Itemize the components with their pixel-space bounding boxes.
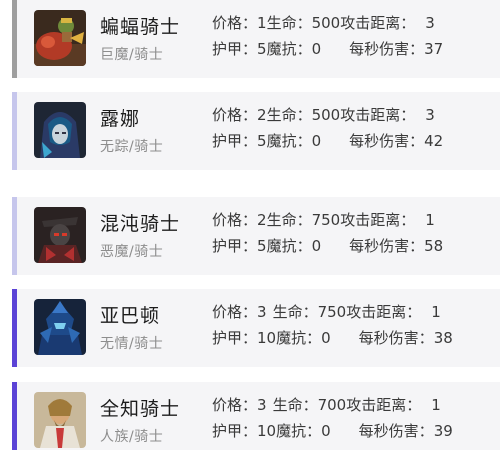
hp-value: 750 [311,211,341,229]
omniknight-portrait-icon [34,392,86,448]
cost-label: 价格： [212,303,258,321]
stat-line-primary: 价格：3 生命：700攻击距离： 1 [212,394,441,415]
cost-label: 价格： [212,396,258,414]
mr-label: 魔抗： [276,329,322,347]
dps-label: 每秒伤害： [349,132,425,150]
dps-label: 每秒伤害： [349,40,425,58]
range-label: 攻击距离： [340,14,416,32]
batrider-portrait-icon [34,10,86,66]
luna-portrait-icon [34,102,86,158]
range-label: 攻击距离： [340,211,416,229]
hero-name: 露娜 [100,108,141,130]
hero-card-abaddon[interactable]: 亚巴顿 无情/骑士 价格：3 生命：750攻击距离： 1 护甲：10魔抗：0 每秒伤害… [12,289,500,367]
stat-line-secondary: 护甲：10魔抗：0 每秒伤害：38 [212,327,453,348]
dps-value: 38 [433,329,453,347]
stat-line-secondary: 护甲：5魔抗：0 每秒伤害：37 [212,38,443,59]
stat-line-secondary: 护甲：5魔抗：0 每秒伤害：42 [212,130,443,151]
armor-label: 护甲： [212,132,258,150]
dps-value: 58 [424,237,444,255]
armor-label: 护甲： [212,40,258,58]
armor-label: 护甲： [212,422,258,440]
mr-label: 魔抗： [276,422,322,440]
armor-value: 10 [257,422,277,440]
hp-label: 生命： [266,211,312,229]
hp-value: 750 [317,303,347,321]
mr-value: 0 [311,40,322,58]
cost-accent-bar [12,92,17,170]
range-label: 攻击距离： [346,396,422,414]
hp-label: 生命： [272,396,318,414]
cost-value: 2 [257,211,267,229]
armor-value: 5 [257,40,267,58]
range-label: 攻击距离： [346,303,422,321]
cost-label: 价格： [212,106,258,124]
hero-card-omniknight[interactable]: 全知骑士 人族/骑士 价格：3 生命：700攻击距离： 1 护甲：10魔抗：0 每秒伤… [12,382,500,450]
armor-value: 5 [257,132,267,150]
mr-value: 0 [311,132,322,150]
hp-label: 生命： [272,303,318,321]
dps-label: 每秒伤害： [358,422,434,440]
hero-faction: 无踪/骑士 [100,139,164,155]
hero-faction: 巨魔/骑士 [100,47,164,63]
hero-card-batrider[interactable]: 蝙蝠骑士 巨魔/骑士 价格：1生命：500攻击距离： 3 护甲：5魔抗：0 每秒伤害… [12,0,500,78]
hero-list: 蝙蝠骑士 巨魔/骑士 价格：1生命：500攻击距离： 3 护甲：5魔抗：0 每秒伤害… [0,0,500,450]
armor-label: 护甲： [212,329,258,347]
cost-accent-bar [12,197,17,275]
hp-label: 生命： [266,14,312,32]
cost-value: 3 [257,303,267,321]
range-value: 3 [425,14,435,32]
stat-line-secondary: 护甲：5魔抗：0 每秒伤害：58 [212,235,443,256]
cost-accent-bar [12,289,17,367]
armor-label: 护甲： [212,237,258,255]
mr-label: 魔抗： [266,132,312,150]
cost-label: 价格： [212,14,258,32]
mr-value: 0 [311,237,322,255]
armor-value: 10 [257,329,277,347]
dps-label: 每秒伤害： [349,237,425,255]
dps-label: 每秒伤害： [358,329,434,347]
range-value: 1 [431,396,441,414]
dps-value: 37 [424,40,444,58]
cost-value: 2 [257,106,267,124]
hero-name: 亚巴顿 [100,305,161,327]
hero-name: 混沌骑士 [100,213,181,235]
hero-faction: 人族/骑士 [100,429,164,445]
cost-accent-bar [12,382,17,450]
hp-value: 500 [311,14,341,32]
range-value: 1 [431,303,441,321]
chaos-knight-portrait-icon [34,207,86,263]
stat-line-primary: 价格：3 生命：750攻击距离： 1 [212,301,441,322]
hero-faction: 恶魔/骑士 [100,244,164,260]
cost-accent-bar [12,0,17,78]
mr-value: 0 [321,329,331,347]
hp-value: 500 [311,106,341,124]
mr-label: 魔抗： [266,237,312,255]
stat-line-secondary: 护甲：10魔抗：0 每秒伤害：39 [212,420,453,441]
mr-label: 魔抗： [266,40,312,58]
cost-value: 3 [257,396,267,414]
hero-name: 全知骑士 [100,398,181,420]
cost-label: 价格： [212,211,258,229]
stat-line-primary: 价格：2生命：500攻击距离： 3 [212,104,435,125]
armor-value: 5 [257,237,267,255]
hero-card-chaos-knight[interactable]: 混沌骑士 恶魔/骑士 价格：2生命：750攻击距离： 1 护甲：5魔抗：0 每秒伤害… [12,197,500,275]
stat-line-primary: 价格：1生命：500攻击距离： 3 [212,12,435,33]
hero-faction: 无情/骑士 [100,336,164,352]
range-value: 1 [425,211,435,229]
hero-name: 蝙蝠骑士 [100,16,181,38]
dps-value: 39 [433,422,453,440]
cost-value: 1 [257,14,267,32]
dps-value: 42 [424,132,444,150]
hp-label: 生命： [266,106,312,124]
hero-card-luna[interactable]: 露娜 无踪/骑士 价格：2生命：500攻击距离： 3 护甲：5魔抗：0 每秒伤害：4… [12,92,500,170]
range-label: 攻击距离： [340,106,416,124]
stat-line-primary: 价格：2生命：750攻击距离： 1 [212,209,435,230]
hp-value: 700 [317,396,347,414]
abaddon-portrait-icon [34,299,86,355]
range-value: 3 [425,106,435,124]
mr-value: 0 [321,422,331,440]
